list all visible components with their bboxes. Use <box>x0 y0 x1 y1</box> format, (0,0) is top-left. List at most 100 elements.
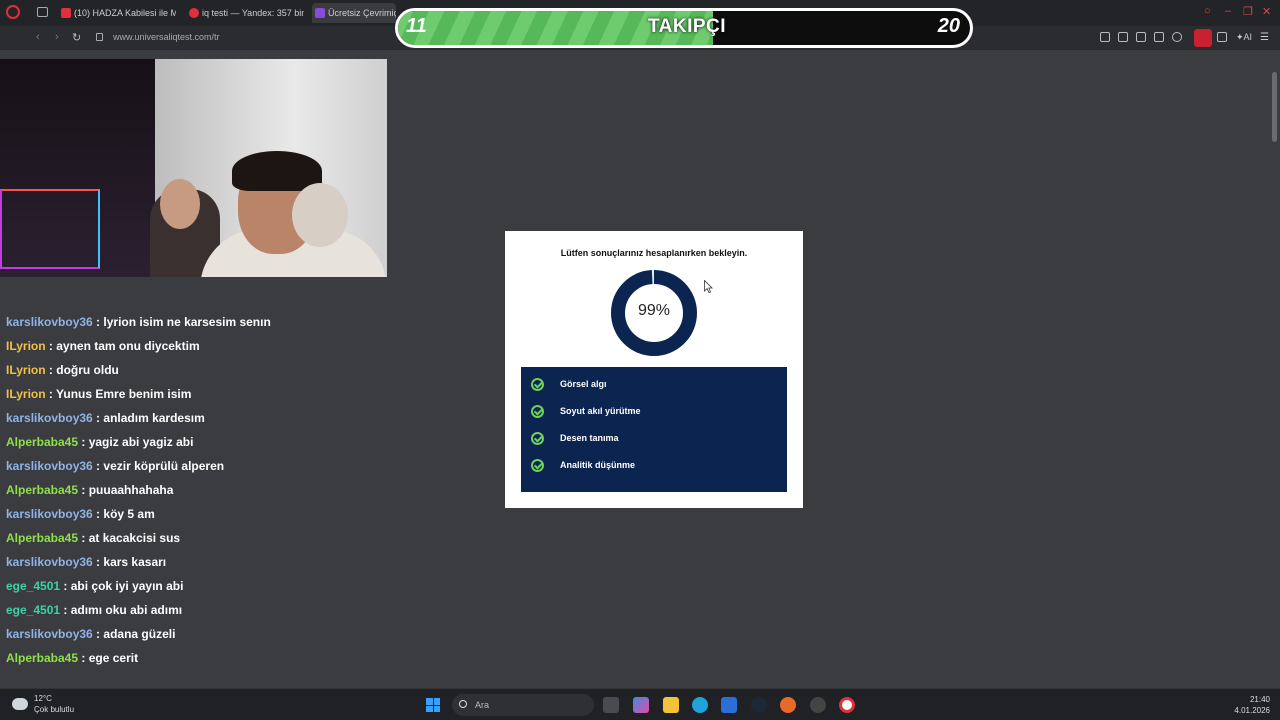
weather-description[interactable]: Çok bulutlu <box>34 705 74 714</box>
search-tabs-icon[interactable]: ○ <box>1204 5 1211 17</box>
chat-username[interactable]: Alperbaba45 <box>6 531 78 545</box>
download-icon[interactable] <box>1217 32 1227 42</box>
chat-username[interactable]: ege_4501 <box>6 579 60 593</box>
pin-icon[interactable] <box>1100 32 1110 42</box>
chat-separator: : <box>45 387 57 401</box>
check-icon <box>531 405 544 418</box>
chat-text: vezir köprülü alperen <box>103 459 225 473</box>
tab-2[interactable]: Ücretsiz Çevrimiçi <box>312 3 396 23</box>
skill-item: Analitik düşünme <box>521 456 787 483</box>
skill-item: Soyut akıl yürütme <box>521 402 787 429</box>
skill-item: Desen tanıma <box>521 429 787 456</box>
chat-text: at kacakcisi sus <box>88 531 181 545</box>
back-icon[interactable]: ‹ <box>36 31 40 43</box>
check-icon <box>531 432 544 445</box>
chat-username[interactable]: karslikovboy36 <box>6 315 93 329</box>
chat-username[interactable]: karslikovboy36 <box>6 507 93 521</box>
widgets-icon[interactable] <box>633 697 649 713</box>
store-icon[interactable] <box>721 697 737 713</box>
snapshot-icon[interactable] <box>1118 32 1128 42</box>
maximize-icon[interactable]: ❐ <box>1243 5 1253 18</box>
chat-message: ILyrion : Yunus Emre benim isim <box>6 387 191 407</box>
chat-username[interactable]: ege_4501 <box>6 603 60 617</box>
tab-manager-icon[interactable] <box>37 7 48 17</box>
chat-username[interactable]: karslikovboy36 <box>6 459 93 473</box>
chat-message: Alperbaba45 : puuaahhahaha <box>6 483 173 503</box>
person-left-head <box>160 179 200 229</box>
tab-1[interactable]: iq testi — Yandex: 357 bin <box>186 3 304 23</box>
taskbar-search[interactable]: Ara <box>452 694 594 716</box>
yandex-icon <box>189 8 199 18</box>
minimize-icon[interactable]: – <box>1225 5 1231 17</box>
chat-message: karslikovboy36 : kars kasarı <box>6 555 166 575</box>
close-icon[interactable]: ✕ <box>1262 5 1271 18</box>
chat-separator: : <box>78 483 89 497</box>
chat-username[interactable]: Alperbaba45 <box>6 435 78 449</box>
task-view-icon[interactable] <box>603 697 619 713</box>
tab-label: Ücretsiz Çevrimiçi <box>328 8 396 18</box>
chat-text: yagiz abi yagiz abi <box>88 435 194 449</box>
chat-username[interactable]: Alperbaba45 <box>6 651 78 665</box>
tab-0[interactable]: (10) HADZA Kabilesi ile Mi <box>58 3 176 23</box>
chat-message: Alperbaba45 : at kacakcisi sus <box>6 531 180 551</box>
chat-text: Yunus Emre benim isim <box>56 387 192 401</box>
cloud-icon[interactable] <box>12 698 28 710</box>
chat-separator: : <box>92 459 104 473</box>
forward-icon[interactable]: › <box>55 31 59 43</box>
chat-separator: : <box>92 507 104 521</box>
steam-icon[interactable] <box>751 697 767 713</box>
chat-separator: : <box>78 531 89 545</box>
obs-icon[interactable] <box>780 697 796 713</box>
heart-icon[interactable] <box>1172 32 1182 42</box>
chat-message: ege_4501 : abi çok iyi yayın abi <box>6 579 183 599</box>
tab-label: (10) HADZA Kabilesi ile Mi <box>74 8 176 18</box>
opera-taskbar-icon[interactable] <box>839 697 855 713</box>
lock-icon <box>96 33 103 41</box>
system-clock[interactable]: 21:40 4.01.2026 <box>1230 694 1270 716</box>
search-placeholder: Ara <box>475 700 490 710</box>
chat-message: ILyrion : doğru oldu <box>6 363 119 383</box>
clock-date: 4.01.2026 <box>1234 706 1270 715</box>
edge-icon[interactable] <box>692 697 708 713</box>
chat-username[interactable]: ILyrion <box>6 339 46 353</box>
page-scrollbar[interactable] <box>1272 72 1277 142</box>
file-explorer-icon[interactable] <box>663 697 679 713</box>
chat-username[interactable]: karslikovboy36 <box>6 411 93 425</box>
webcam-overlay <box>0 59 387 277</box>
url-field[interactable]: www.universaliqtest.com/tr <box>113 32 220 42</box>
chat-separator: : <box>92 627 104 641</box>
turkey-flag-icon[interactable] <box>1194 29 1212 47</box>
windows-taskbar: 12°C Çok bulutlu Ara 21:40 4.01.2026 <box>0 688 1280 720</box>
wallet-icon[interactable] <box>1136 32 1146 42</box>
reload-icon[interactable]: ↻ <box>72 31 81 44</box>
chat-text: ege cerit <box>88 651 139 665</box>
temperature[interactable]: 12°C <box>34 694 52 703</box>
player-icon[interactable] <box>1154 32 1164 42</box>
aria-ai-icon[interactable]: ✦AI <box>1236 32 1252 43</box>
github-icon[interactable] <box>810 697 826 713</box>
chat-username[interactable]: karslikovboy36 <box>6 555 93 569</box>
chat-text: abi çok iyi yayın abi <box>70 579 184 593</box>
chat-message: ege_4501 : adımı oku abi adımı <box>6 603 182 623</box>
menu-icon[interactable]: ☰ <box>1260 32 1270 43</box>
progress-percent: 99% <box>637 302 671 319</box>
opera-logo-icon[interactable] <box>6 5 20 19</box>
chat-text: puuaahhahaha <box>88 483 174 497</box>
chat-username[interactable]: karslikovboy36 <box>6 627 93 641</box>
clock-time: 21:40 <box>1249 695 1270 704</box>
chat-message: karslikovboy36 : köy 5 am <box>6 507 155 527</box>
chat-username[interactable]: ILyrion <box>6 363 46 377</box>
tab-label: iq testi — Yandex: 357 bin <box>202 8 304 18</box>
chat-text: adana güzeli <box>103 627 176 641</box>
chat-text: adımı oku abi adımı <box>70 603 183 617</box>
skill-label: Analitik düşünme <box>560 460 636 470</box>
chat-username[interactable]: ILyrion <box>6 387 46 401</box>
chat-message: karslikovboy36 : lyrion isim ne karsesim… <box>6 315 271 335</box>
iq-result-dialog: Lütfen sonuçlarınız hesaplanırken bekley… <box>505 231 803 508</box>
chat-username[interactable]: Alperbaba45 <box>6 483 78 497</box>
site-icon <box>315 8 325 18</box>
check-icon <box>531 459 544 472</box>
skills-list: Görsel algı Soyut akıl yürütme Desen tanım… <box>521 367 787 492</box>
windows-start-icon[interactable] <box>426 698 440 712</box>
chat-message: karslikovboy36 : anladım kardesım <box>6 411 205 431</box>
